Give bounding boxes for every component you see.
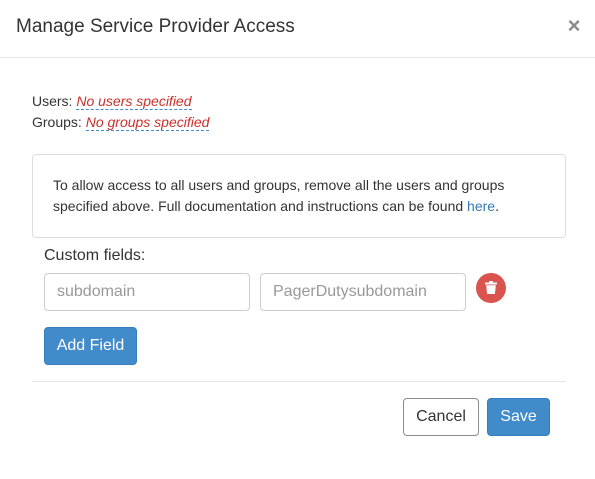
custom-field-key-input[interactable]	[44, 273, 250, 311]
info-box: To allow access to all users and groups,…	[32, 154, 566, 238]
delete-field-button[interactable]	[476, 273, 506, 303]
info-text: To allow access to all users and groups,…	[53, 175, 533, 217]
save-button[interactable]: Save	[487, 398, 550, 436]
custom-fields-label: Custom fields:	[44, 247, 146, 264]
groups-value-link[interactable]: No groups specified	[85, 114, 210, 131]
manage-access-modal: Manage Service Provider Access × Users: …	[0, 0, 595, 479]
close-icon[interactable]: ×	[564, 13, 584, 39]
documentation-link[interactable]: here	[467, 198, 495, 214]
users-row: Users: No users specified	[32, 92, 192, 110]
groups-row: Groups: No groups specified	[32, 113, 210, 131]
info-message: To allow access to all users and groups,…	[53, 177, 505, 214]
info-suffix: .	[495, 198, 499, 214]
add-field-button[interactable]: Add Field	[44, 327, 137, 365]
cancel-button[interactable]: Cancel	[403, 398, 479, 436]
users-label: Users:	[32, 93, 73, 109]
trash-icon	[485, 281, 497, 294]
groups-label: Groups:	[32, 114, 82, 130]
users-value-link[interactable]: No users specified	[76, 93, 192, 110]
modal-title: Manage Service Provider Access	[16, 16, 295, 37]
modal-header: Manage Service Provider Access ×	[0, 0, 595, 58]
custom-field-value-input[interactable]	[260, 273, 466, 311]
footer-divider	[32, 381, 566, 382]
